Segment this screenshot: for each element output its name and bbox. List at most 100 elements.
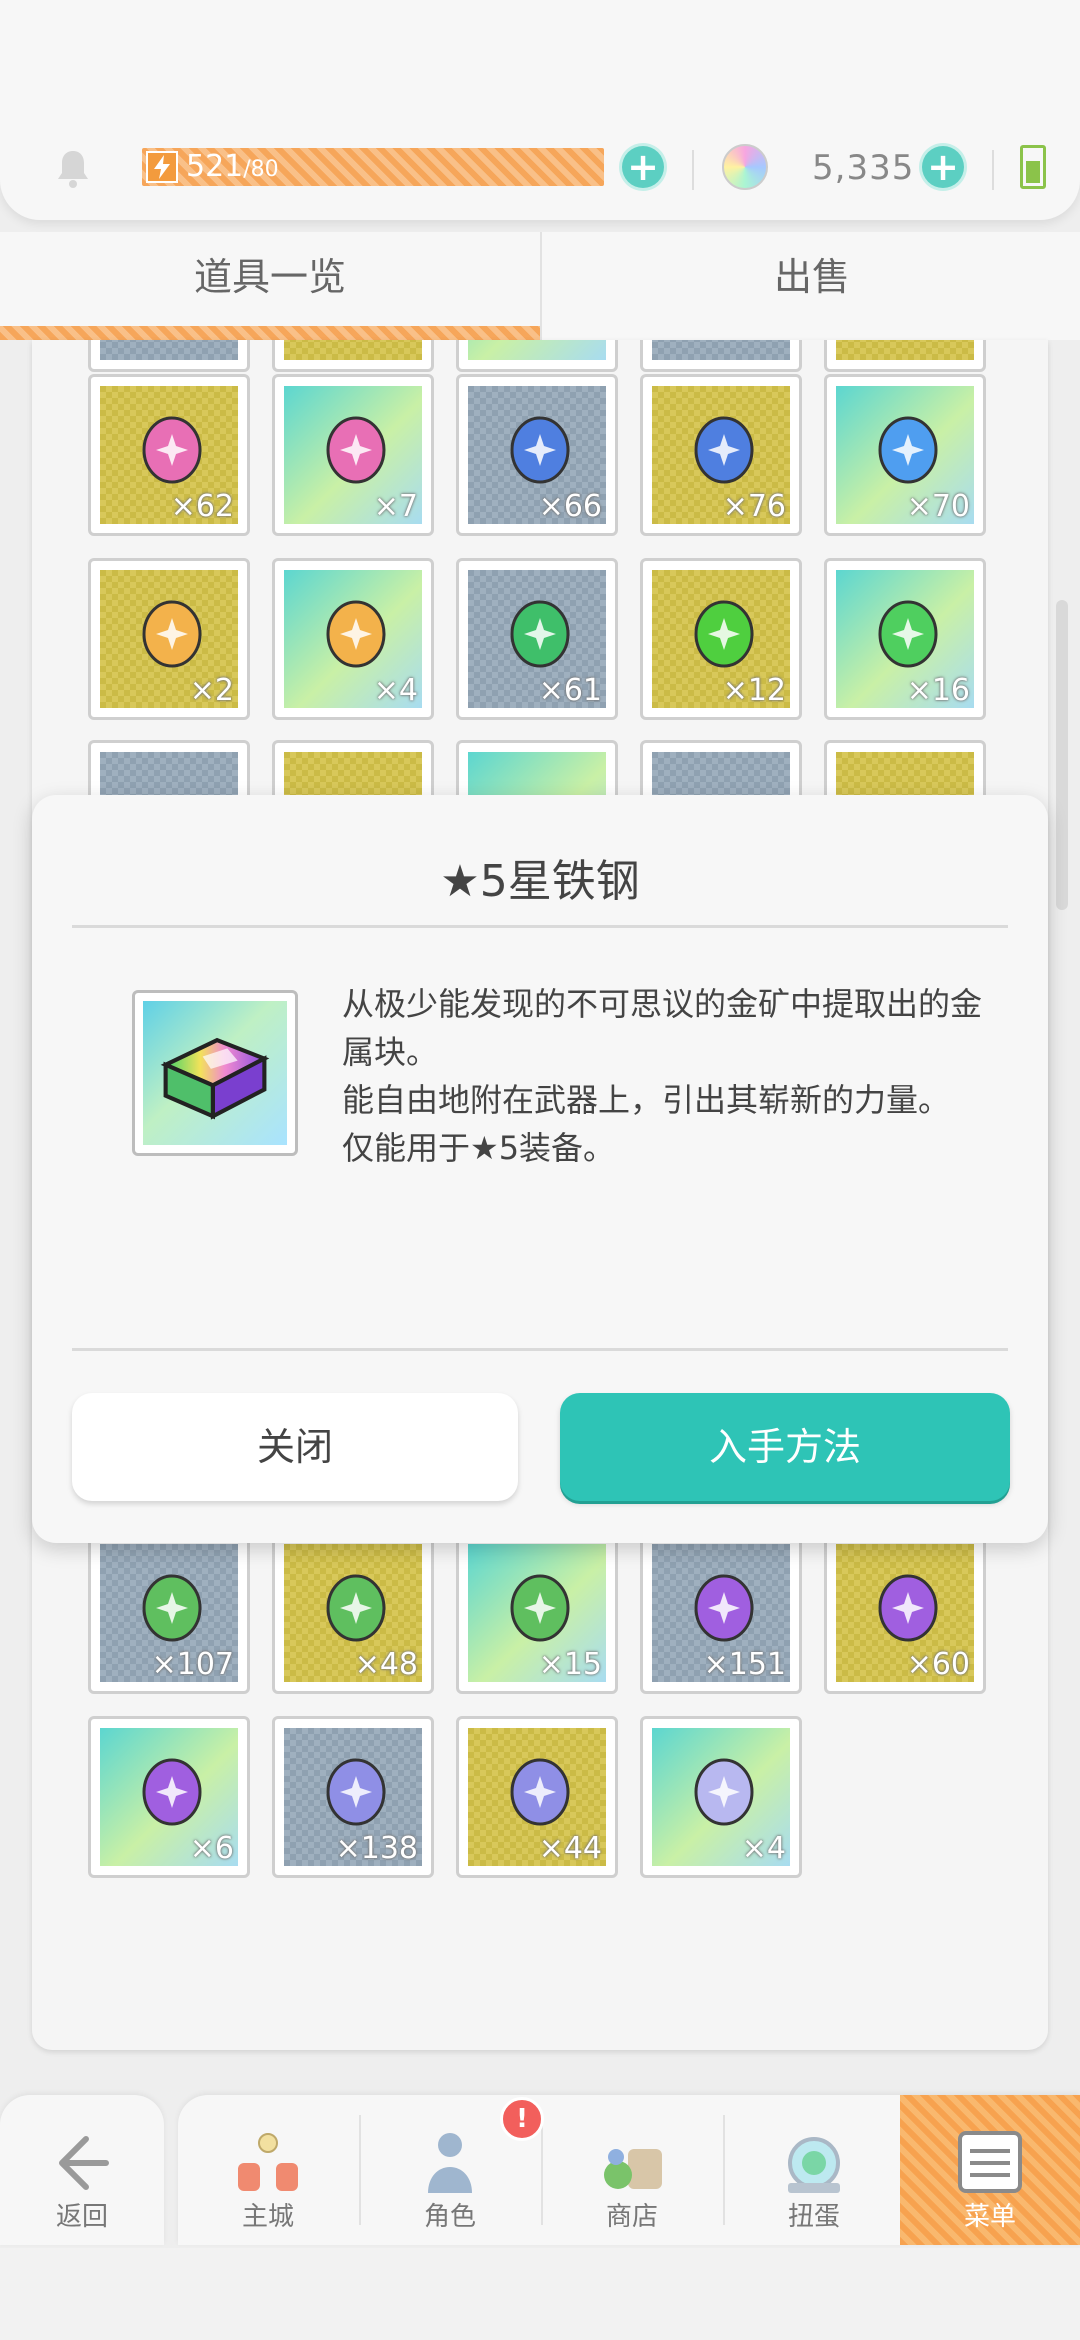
stamina-current: 521 <box>186 149 244 184</box>
item-description: 从极少能发现的不可思议的金矿中提取出的金属块。 能自由地附在武器上，引出其崭新的… <box>342 980 992 1172</box>
divider <box>72 1348 1008 1351</box>
item-slot[interactable]: ×12 <box>640 558 802 720</box>
arrow-left-icon <box>59 2136 109 2190</box>
add-gem-button[interactable]: + <box>922 146 964 188</box>
back-button[interactable]: 返回 <box>0 2095 164 2245</box>
item-slot[interactable]: ×138 <box>272 1716 434 1878</box>
item-slot[interactable]: ×61 <box>456 558 618 720</box>
menu-list-icon <box>958 2131 1022 2193</box>
stamina-max: /80 <box>243 157 279 182</box>
nav-label: 商店 <box>605 2202 658 2232</box>
item-quantity: ×151 <box>703 1647 786 1682</box>
item-quantity: ×4 <box>741 1831 786 1866</box>
item-slot[interactable]: ×107 <box>88 1532 250 1694</box>
item-slot[interactable]: ×62 <box>88 374 250 536</box>
item-image-frame <box>132 990 298 1156</box>
description-line: 仅能用于★5装备。 <box>342 1129 616 1167</box>
item-slot[interactable]: ×15 <box>456 1532 618 1694</box>
item-icon <box>694 1574 754 1642</box>
item-quantity: ×48 <box>354 1647 418 1682</box>
nav-item-gacha[interactable]: 扭蛋 <box>724 2095 904 2245</box>
item-slot[interactable]: ×16 <box>824 558 986 720</box>
item-quantity: ×70 <box>906 489 970 524</box>
item-icon <box>326 416 386 484</box>
notification-badge: ! <box>500 2097 544 2141</box>
item-slot[interactable] <box>824 340 986 372</box>
item-quantity: ×61 <box>538 673 602 708</box>
tab-sell[interactable]: 出售 <box>540 232 1080 340</box>
item-slot[interactable]: ×6 <box>88 1716 250 1878</box>
notification-bell-icon[interactable] <box>50 145 96 191</box>
shop-bag-icon <box>604 2149 662 2189</box>
nav-label: 扭蛋 <box>787 2202 840 2232</box>
item-quantity: ×16 <box>906 673 970 708</box>
gem-count: 5,335 <box>812 148 915 188</box>
nav-item-menu[interactable]: 菜单 <box>900 2095 1080 2245</box>
item-slot[interactable] <box>88 340 250 372</box>
tab-bar: 道具一览 出售 <box>0 232 1080 340</box>
nav-label: 菜单 <box>963 2202 1016 2232</box>
rainbow-ingot-icon <box>160 1037 270 1120</box>
lightning-icon <box>146 151 178 183</box>
item-slot[interactable]: ×4 <box>640 1716 802 1878</box>
item-quantity: ×138 <box>335 1831 418 1866</box>
item-quantity: ×15 <box>538 1647 602 1682</box>
item-detail-dialog: ★5星铁钢 从极少能发现的不可思议的金矿中提取出的金属块。 能自由地附在武器上，… <box>32 795 1048 1543</box>
nav-label: 主城 <box>241 2202 294 2232</box>
item-quantity: ×7 <box>373 489 418 524</box>
item-quantity: ×12 <box>722 673 786 708</box>
item-slot[interactable] <box>640 340 802 372</box>
town-icon <box>238 2133 298 2191</box>
item-slot[interactable]: ×66 <box>456 374 618 536</box>
close-button[interactable]: 关闭 <box>72 1393 518 1501</box>
nav-label: 角色 <box>423 2202 476 2232</box>
item-slot[interactable]: ×4 <box>272 558 434 720</box>
character-icon <box>428 2133 472 2193</box>
item-icon <box>142 600 202 668</box>
item-quantity: ×107 <box>151 1647 234 1682</box>
item-icon <box>694 1758 754 1826</box>
item-slot[interactable] <box>456 340 618 372</box>
divider <box>992 150 994 190</box>
item-icon <box>510 600 570 668</box>
item-icon <box>326 1574 386 1642</box>
item-icon <box>878 1574 938 1642</box>
item-icon <box>326 1758 386 1826</box>
active-tab-indicator <box>0 326 540 340</box>
item-icon <box>510 416 570 484</box>
divider <box>72 925 1008 928</box>
item-icon <box>510 1574 570 1642</box>
item-slot[interactable]: ×60 <box>824 1532 986 1694</box>
nav-item-shop[interactable]: 商店 <box>542 2095 722 2245</box>
item-icon <box>694 600 754 668</box>
item-quantity: ×2 <box>189 673 234 708</box>
item-quantity: ×4 <box>373 673 418 708</box>
dialog-title: ★5星铁钢 <box>440 856 640 907</box>
item-slot[interactable]: ×76 <box>640 374 802 536</box>
item-quantity: ×66 <box>538 489 602 524</box>
item-slot[interactable]: ×7 <box>272 374 434 536</box>
item-icon <box>510 1758 570 1826</box>
how-to-obtain-button[interactable]: 入手方法 <box>560 1393 1010 1501</box>
add-stamina-button[interactable]: + <box>622 146 664 188</box>
item-slot[interactable]: ×2 <box>88 558 250 720</box>
item-slot[interactable]: ×44 <box>456 1716 618 1878</box>
battery-icon <box>1020 145 1046 189</box>
gem-icon <box>722 144 768 190</box>
item-slot[interactable] <box>272 340 434 372</box>
description-line: 从极少能发现的不可思议的金矿中提取出的金属块。 <box>342 985 983 1071</box>
nav-item-town[interactable]: 主城 <box>178 2095 358 2245</box>
status-bar: 521/80 + 5,335 + <box>0 0 1080 220</box>
nav-bar: 主城 角色 商店 扭蛋 菜单 <box>178 2095 1080 2245</box>
item-icon <box>142 416 202 484</box>
item-slot[interactable]: ×70 <box>824 374 986 536</box>
item-slot[interactable]: ×48 <box>272 1532 434 1694</box>
item-slot[interactable]: ×151 <box>640 1532 802 1694</box>
item-icon <box>142 1574 202 1642</box>
tab-item-list[interactable]: 道具一览 <box>0 232 540 340</box>
item-quantity: ×6 <box>189 1831 234 1866</box>
system-bottom-area <box>0 2248 1080 2340</box>
scrollbar[interactable] <box>1056 600 1068 910</box>
item-quantity: ×62 <box>170 489 234 524</box>
item-icon <box>142 1758 202 1826</box>
